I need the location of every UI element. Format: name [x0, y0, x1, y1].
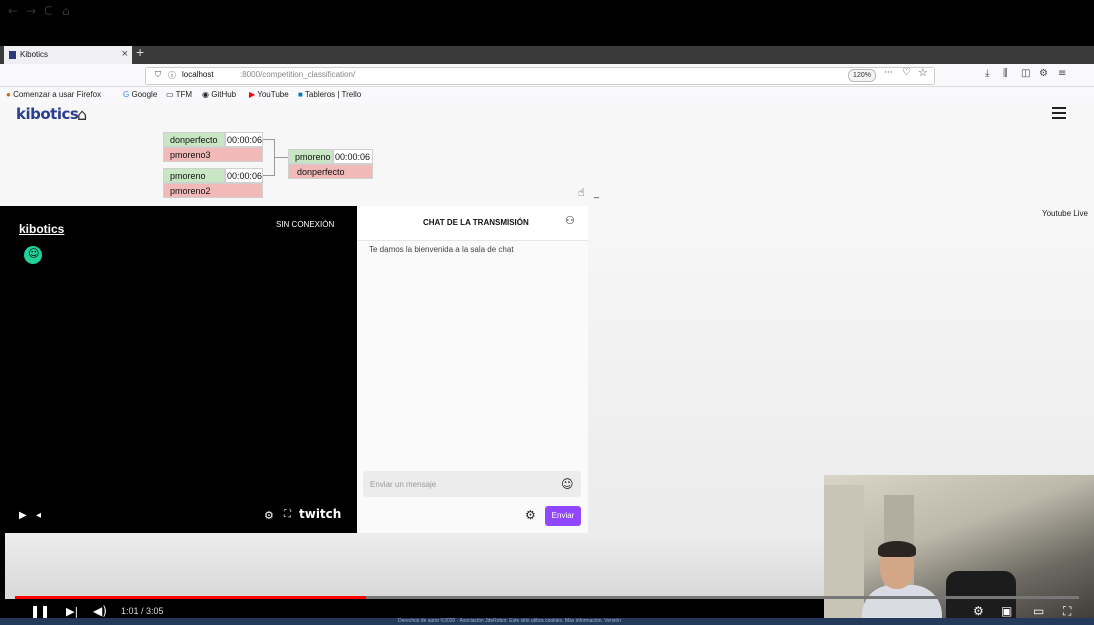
- back-button[interactable]: ←: [8, 4, 18, 18]
- footer-copyright: Derechos de autor ©2020 · Asociación Jde…: [398, 618, 621, 624]
- webcam-overlay-image: [824, 475, 1094, 625]
- url-host: localhost: [182, 70, 214, 79]
- chat-settings-gear-icon[interactable]: ⚙: [525, 508, 536, 522]
- reload-button[interactable]: C: [44, 4, 52, 18]
- tab-title: Kibotics: [20, 50, 49, 59]
- bookmark-google[interactable]: G Google: [123, 90, 157, 99]
- chat-welcome-message: Te damos la bienvenida a la sala de chat: [369, 245, 514, 254]
- bracket-r1m2-player1: pmoreno: [163, 168, 225, 183]
- volume-icon[interactable]: ◀): [93, 604, 107, 618]
- bookmark-label: Google: [131, 90, 158, 99]
- twitch-player[interactable]: [5, 206, 357, 533]
- user-avatar-icon[interactable]: ☺: [24, 246, 42, 264]
- kibotics-logo[interactable]: kibotics: [16, 105, 79, 123]
- sidebar-icon[interactable]: ◫: [1021, 68, 1030, 79]
- gear-icon[interactable]: ⚙: [264, 509, 274, 522]
- emoji-icon[interactable]: ☺: [561, 477, 574, 491]
- menu-icon[interactable]: ≡: [1058, 68, 1066, 79]
- bracket-r1m2-player2: pmoreno2: [163, 183, 263, 198]
- video-progress-fill: [15, 596, 367, 599]
- twitch-channel-name[interactable]: kibotics: [19, 222, 64, 236]
- chat-title: CHAT DE LA TRANSMISIÓN: [423, 218, 529, 227]
- chat-send-button[interactable]: Enviar: [545, 506, 581, 526]
- hamburger-menu-icon[interactable]: [1052, 107, 1066, 119]
- play-icon[interactable]: ▶: [19, 510, 27, 521]
- bracket-r1m1-player1: donperfecto: [163, 132, 225, 147]
- extension-icon[interactable]: ⚙: [1039, 68, 1048, 79]
- tab-close-icon[interactable]: ×: [122, 48, 128, 60]
- pocket-icon[interactable]: ♡: [902, 67, 911, 78]
- chat-users-icon[interactable]: ⚇: [565, 214, 575, 227]
- volume-icon[interactable]: ◂: [36, 510, 41, 521]
- bookmark-tfm[interactable]: ▭ TFM: [166, 90, 192, 99]
- info-icon[interactable]: ⓘ: [168, 70, 176, 81]
- bracket-r1m2-player1-time: 00:00:06: [225, 168, 263, 183]
- pause-icon[interactable]: ❚❚: [30, 604, 50, 618]
- url-path: :8000/competition_classification/: [240, 70, 356, 79]
- shield-icon[interactable]: ⛉: [155, 70, 161, 80]
- page-lower-area: [5, 533, 825, 599]
- forward-button[interactable]: →: [26, 4, 36, 18]
- hand-cursor-icon: ☝: [578, 186, 585, 199]
- new-tab-button[interactable]: +: [136, 44, 144, 60]
- bookmarks-toolbar: [0, 87, 1094, 104]
- theater-icon[interactable]: ▭: [1033, 604, 1044, 618]
- bookmark-firefox[interactable]: ● Comenzar a usar Firefox: [6, 90, 101, 99]
- twitch-offline-status: SIN CONEXIÓN: [276, 220, 335, 229]
- home-icon[interactable]: ⌂: [77, 105, 87, 124]
- home-button[interactable]: ⌂: [62, 4, 70, 18]
- star-icon[interactable]: ☆: [918, 66, 928, 79]
- bookmark-github[interactable]: ◉ GitHub: [202, 90, 236, 99]
- bookmark-label: YouTube: [257, 90, 289, 99]
- bracket-final-player2: donperfecto: [288, 164, 373, 179]
- downloads-icon[interactable]: ⤓: [985, 68, 989, 79]
- bracket-final-player1-time: 00:00:06: [333, 149, 373, 164]
- next-icon[interactable]: ▶|: [66, 605, 78, 618]
- settings-gear-icon[interactable]: ⚙: [973, 604, 984, 618]
- fullscreen-icon[interactable]: ⛶: [1063, 604, 1071, 619]
- video-time: 1:01 / 3:05: [121, 606, 164, 616]
- fullscreen-icon[interactable]: ⛶: [284, 509, 291, 520]
- bracket-final-player1: pmoreno: [288, 149, 333, 164]
- page-actions-more-icon[interactable]: ···: [884, 68, 893, 78]
- bookmark-label: TFM: [175, 90, 193, 99]
- text-cursor-icon: _: [594, 188, 599, 199]
- youtube-live-label: Youtube Live: [1042, 209, 1088, 218]
- twitch-logo[interactable]: twitch: [299, 507, 341, 521]
- kibotics-favicon-icon: [9, 51, 16, 59]
- bracket-r1m1-player2: pmoreno3: [163, 147, 263, 162]
- browser-tab[interactable]: Kibotics ×: [4, 46, 132, 64]
- bookmark-youtube[interactable]: ▶ YouTube: [249, 90, 289, 99]
- miniplayer-icon[interactable]: ▣: [1001, 604, 1012, 618]
- zoom-level-badge[interactable]: 120%: [848, 69, 876, 82]
- video-letterbox-top: [0, 0, 1094, 46]
- bracket-r1m1-player1-time: 00:00:06: [225, 132, 263, 147]
- library-icon[interactable]: ⫼: [1003, 68, 1008, 79]
- bracket-connector: [274, 157, 288, 158]
- tab-strip: [0, 46, 1094, 64]
- bookmark-trello[interactable]: ■ Tableros | Trello: [298, 90, 361, 99]
- bookmark-label: Comenzar a usar Firefox: [13, 90, 102, 99]
- bookmark-label: Tableros | Trello: [304, 90, 362, 99]
- bookmark-label: GitHub: [211, 90, 237, 99]
- chat-input-placeholder: Enviar un mensaje: [370, 480, 437, 489]
